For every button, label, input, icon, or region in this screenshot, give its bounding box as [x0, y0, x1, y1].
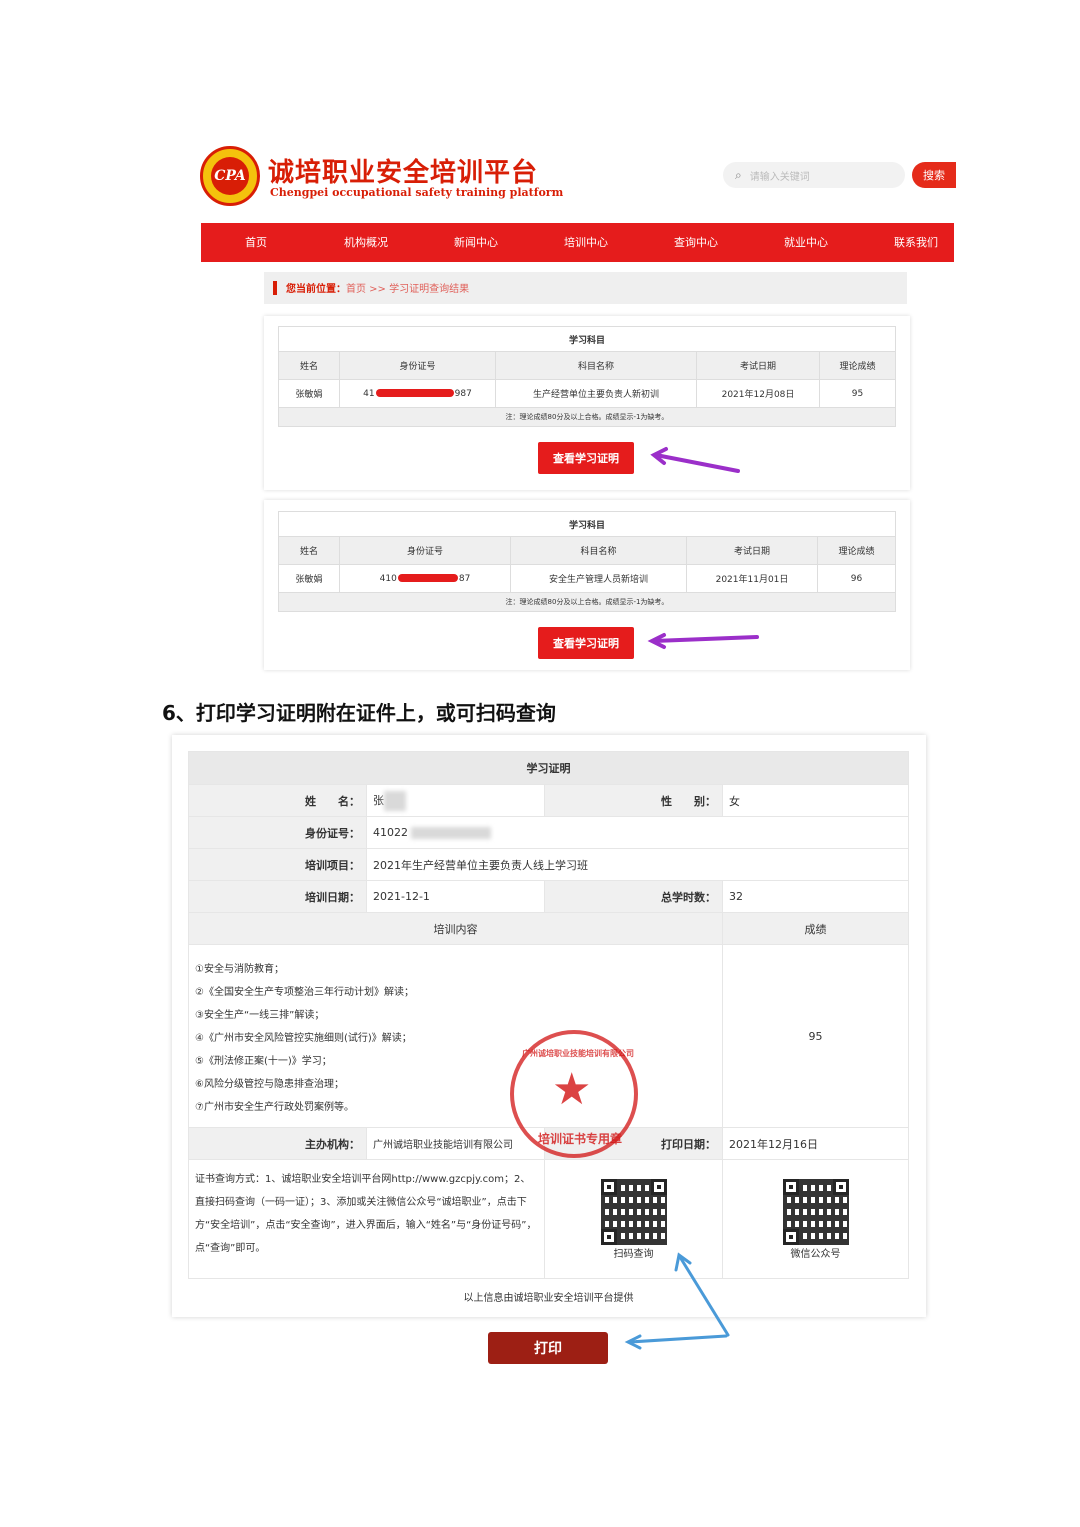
annotation-arrows [624, 447, 759, 1350]
arrow-icon [624, 1252, 730, 1350]
arrow-icon [647, 633, 759, 649]
arrow-icon [650, 447, 740, 473]
